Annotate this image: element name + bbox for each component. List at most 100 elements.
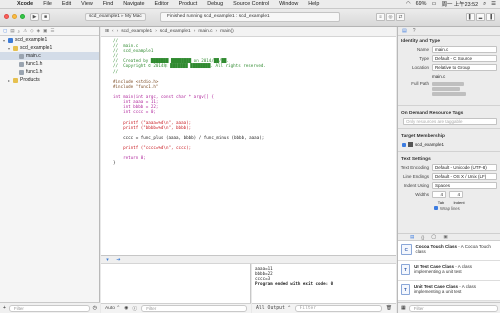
symbol-navigator-tab-icon[interactable]: ▤: [10, 28, 14, 34]
menu-help[interactable]: Help: [303, 1, 324, 7]
recent-files-icon[interactable]: ◷: [93, 305, 97, 311]
related-items-icon[interactable]: ⊞: [105, 29, 109, 34]
breadcrumb-group[interactable]: scd_example1: [160, 29, 191, 34]
file-tree-item[interactable]: func1.h: [0, 60, 99, 68]
wifi-icon[interactable]: ◠: [406, 1, 411, 7]
toolbar: ▶ ■ scd_example1 ▸ My Mac Finished runni…: [0, 9, 500, 27]
forward-icon[interactable]: ›: [117, 29, 119, 34]
library-item[interactable]: T Unit Test Case Class - A class implemen…: [398, 281, 500, 301]
editor-mode-controls: ≡ ◎ ⇄: [376, 13, 405, 21]
issue-navigator-tab-icon[interactable]: ⚠: [23, 28, 27, 34]
name-field[interactable]: main.c: [432, 46, 497, 53]
file-tree-item-label: Products: [20, 77, 40, 83]
debug-navigator-tab-icon[interactable]: ◈: [37, 28, 40, 34]
standard-editor-icon[interactable]: ≡: [376, 13, 385, 21]
breadcrumb-file[interactable]: main.c: [198, 29, 212, 34]
search-icon[interactable]: ⌕: [483, 1, 486, 8]
location-select[interactable]: Relative to Group: [432, 64, 497, 71]
console-output[interactable]: aaaa=11 bbbb=22 cccc=3 Program ended wit…: [252, 264, 396, 313]
ondemand-tags-field[interactable]: Only resources are taggable: [403, 118, 497, 125]
disclosure-triangle-icon[interactable]: ▾: [3, 38, 7, 43]
clock[interactable]: 周一 上午23:52: [442, 0, 479, 8]
battery-icon[interactable]: ▭: [431, 1, 436, 7]
project-icon: [8, 37, 13, 43]
code-snippet-library-icon[interactable]: {}: [421, 235, 424, 240]
scheme-device: My Mac: [125, 14, 142, 19]
test-navigator-tab-icon[interactable]: ◇: [30, 28, 33, 34]
menu-xcode[interactable]: Xcode: [12, 1, 38, 7]
file-tree-item[interactable]: ▾ scd_example1: [0, 36, 99, 44]
menu-source-control[interactable]: Source Control: [228, 1, 274, 7]
menu-navigate[interactable]: Navigate: [118, 1, 149, 7]
notification-center-icon[interactable]: ☰: [491, 1, 496, 7]
media-library-icon[interactable]: ▣: [443, 234, 447, 240]
file-tree-item[interactable]: func1.h: [0, 68, 99, 76]
file-template-library-icon[interactable]: ▤: [410, 234, 414, 240]
run-button[interactable]: ▶: [30, 13, 39, 21]
quick-help-tab-icon[interactable]: ?: [413, 28, 416, 34]
console-output-select[interactable]: All Output ⌃: [256, 306, 291, 311]
back-icon[interactable]: ‹: [112, 29, 114, 34]
hide-debug-area-icon[interactable]: ▾: [104, 257, 111, 263]
report-navigator-tab-icon[interactable]: ☰: [50, 28, 54, 34]
project-navigator-tab-icon[interactable]: ▢: [3, 28, 7, 34]
tab-width-field[interactable]: 4: [432, 191, 446, 198]
type-row: Type Default - C Source: [398, 54, 500, 63]
folder-icon: [13, 45, 18, 51]
file-tree-item[interactable]: ▸ Products: [0, 76, 99, 84]
menu-debug[interactable]: Debug: [202, 1, 228, 7]
library-filter-input[interactable]: Filter: [408, 304, 498, 312]
file-inspector-tab-icon[interactable]: ▤: [402, 28, 407, 34]
indent-select[interactable]: Spaces: [432, 182, 497, 189]
menu-product[interactable]: Product: [174, 1, 203, 7]
menu-file[interactable]: File: [38, 1, 57, 7]
disclosure-triangle-icon[interactable]: ▾: [8, 46, 12, 51]
breakpoint-navigator-tab-icon[interactable]: ▣: [43, 28, 47, 34]
add-file-icon[interactable]: +: [3, 305, 6, 311]
find-navigator-tab-icon[interactable]: ⌕: [18, 29, 21, 34]
toggle-debug-area-icon[interactable]: ▂: [476, 13, 485, 21]
file-tree-item[interactable]: ▾ scd_example1: [0, 44, 99, 52]
code-line: }: [113, 160, 116, 166]
toggle-navigator-icon[interactable]: ▌: [466, 13, 475, 21]
zoom-window-icon[interactable]: [20, 14, 25, 19]
menu-view[interactable]: View: [76, 1, 98, 7]
close-window-icon[interactable]: [4, 14, 9, 19]
toggle-utilities-icon[interactable]: ▐: [486, 13, 495, 21]
endings-select[interactable]: Default - OS X / Unix (LF): [432, 173, 497, 180]
variables-filter-input[interactable]: Filter: [141, 305, 247, 312]
type-select[interactable]: Default - C Source: [432, 55, 497, 62]
console-filter-input[interactable]: Filter: [294, 305, 382, 312]
object-library-icon[interactable]: ◯: [431, 234, 436, 240]
menu-edit[interactable]: Edit: [57, 1, 76, 7]
stop-button[interactable]: ■: [41, 13, 50, 21]
library-item[interactable]: C Cocoa Touch Class - A Cocoa Touch class: [398, 241, 500, 261]
quick-look-icon[interactable]: ◉: [124, 306, 128, 311]
disclosure-triangle-icon[interactable]: ▸: [8, 78, 12, 83]
minimize-window-icon[interactable]: [12, 14, 17, 19]
assistant-editor-icon[interactable]: ◎: [386, 13, 395, 21]
variables-scope-select[interactable]: Auto ⌃: [105, 306, 120, 311]
file-tree-item[interactable]: main.c: [0, 52, 99, 60]
version-editor-icon[interactable]: ⇄: [396, 13, 405, 21]
menu-window[interactable]: Window: [274, 1, 303, 7]
print-description-icon[interactable]: ⓘ: [132, 305, 137, 312]
library-item[interactable]: T UI Test Case Class - A class implementi…: [398, 261, 500, 281]
menu-editor[interactable]: Editor: [150, 1, 174, 7]
code-text-area[interactable]: //// main.c// scd_example1//// Created b…: [101, 37, 396, 255]
trash-icon[interactable]: 🗑: [386, 306, 392, 311]
navigator-filter-input[interactable]: Filter: [8, 304, 90, 312]
breadcrumb-project[interactable]: scd_example1: [121, 29, 152, 34]
menu-find[interactable]: Find: [98, 1, 119, 7]
jump-bar: ⊞ ‹ › scd_example1 › scd_example1 › main.c…: [101, 27, 396, 37]
library-view-mode-icon[interactable]: ▦: [401, 305, 406, 311]
endings-label: Line Endings: [402, 174, 429, 179]
wrap-checkbox[interactable]: [434, 206, 438, 210]
breakpoints-toggle-icon[interactable]: ➔: [115, 257, 122, 263]
target-checkbox[interactable]: [402, 142, 406, 147]
battery-percent[interactable]: 69%: [416, 1, 427, 7]
scheme-selector[interactable]: scd_example1 ▸ My Mac: [85, 13, 146, 21]
breadcrumb-symbol[interactable]: main(): [220, 29, 234, 34]
indent-width-field[interactable]: 4: [449, 191, 463, 198]
encoding-select[interactable]: Default - Unicode (UTF-8): [432, 164, 497, 171]
